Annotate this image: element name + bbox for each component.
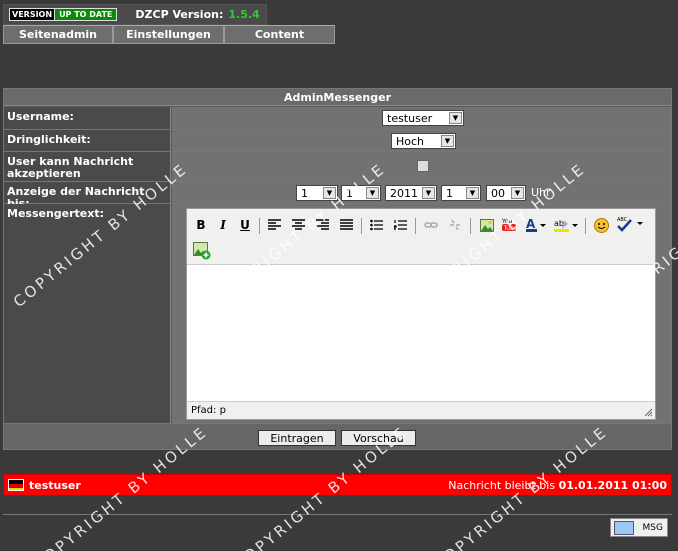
editor-path: Pfad: p [187,401,655,419]
submit-button[interactable]: Eintragen [258,430,336,446]
preview-button[interactable]: Vorschau [341,430,416,446]
row-priority: Dringlichkeit: Hoch ▼ [4,130,671,152]
dzcp-version-label: DZCP Version: [135,8,224,21]
svg-text:ABC: ABC [617,217,628,223]
row-username: Username: testuser ▼ [4,107,671,130]
youtube-icon[interactable]: You Tube [501,215,517,233]
align-left-icon[interactable] [265,216,283,234]
chevron-down-icon: ▼ [466,187,479,199]
align-center-icon[interactable] [289,216,307,234]
version-bar: VERSION UP TO DATE DZCP Version: 1.5.4 [3,4,267,25]
chevron-down-icon: ▼ [323,187,336,199]
insert-image-icon[interactable] [193,242,211,260]
svg-text:ab: ab [554,219,564,228]
minute-select[interactable]: 00 ▼ [486,185,526,201]
row-buttons [4,424,671,449]
chevron-down-icon: ▼ [422,187,435,199]
svg-text:Tube: Tube [503,225,518,232]
username-select[interactable]: testuser ▼ [382,110,464,126]
font-color-icon[interactable]: A [525,216,547,234]
resize-handle-icon[interactable] [644,408,653,417]
italic-icon[interactable]: I [215,216,231,234]
accept-checkbox[interactable] [417,160,429,172]
highlight-color-icon[interactable]: ab [553,216,579,234]
nav-einstellungen[interactable]: Einstellungen [113,25,224,44]
accept-label: User kann Nachricht akzeptieren [4,152,171,181]
messenger-notification: testuser Nachricht bleibt bis 01.01.2011… [3,474,672,496]
row-display-until: Anzeige der Nachricht bis: 1 ▼ 1 ▼ 2011 … [4,182,671,210]
priority-select[interactable]: Hoch ▼ [391,133,456,149]
messenger-info: Nachricht bleibt bis 01.01.2011 01:00 [448,478,667,492]
chevron-down-icon: ▼ [366,187,379,199]
bullet-list-icon[interactable] [367,216,385,234]
uhr-label: Uhr [531,186,551,199]
panel-title: AdminMessenger [4,89,671,106]
chevron-down-icon: ▼ [441,135,454,147]
message-text-label: Messengertext: [4,204,171,423]
numbered-list-icon[interactable] [391,216,409,234]
editor-toolbar: B I U You Tube A ab ABC [187,209,655,265]
msg-button[interactable]: MSG [610,518,668,537]
hour-select[interactable]: 1 ▼ [441,185,481,201]
envelope-icon [614,521,634,535]
message-editor: B I U You Tube A ab ABC Pfad: p [186,208,656,420]
underline-icon[interactable]: U [237,216,253,234]
link-icon[interactable] [422,216,440,234]
spellcheck-icon[interactable]: ABC [616,215,646,233]
priority-label: Dringlichkeit: [4,130,171,151]
flag-icon [8,479,24,491]
username-label: Username: [4,107,171,129]
image-icon[interactable] [478,216,496,234]
align-justify-icon[interactable] [337,216,355,234]
display-until-label: Anzeige der Nachricht bis: [4,182,171,210]
admin-nav: Seitenadmin Einstellungen Content [3,25,335,44]
editor-text-area[interactable] [187,265,655,401]
bold-icon[interactable]: B [193,216,209,234]
version-badge-right: UP TO DATE [54,9,117,20]
chevron-down-icon: ▼ [511,187,524,199]
year-select[interactable]: 2011 ▼ [385,185,437,201]
chevron-down-icon: ▼ [449,112,462,124]
month-select[interactable]: 1 ▼ [341,185,381,201]
unlink-icon[interactable] [446,216,464,234]
version-badge: VERSION UP TO DATE [9,8,118,21]
day-select[interactable]: 1 ▼ [296,185,338,201]
align-right-icon[interactable] [313,216,331,234]
nav-seitenadmin[interactable]: Seitenadmin [3,25,113,44]
version-badge-left: VERSION [10,9,55,20]
row-accept: User kann Nachricht akzeptieren [4,152,671,182]
messenger-user: testuser [29,478,81,492]
svg-text:You: You [501,218,513,225]
smiley-icon[interactable] [592,216,610,234]
dzcp-version-number: 1.5.4 [228,8,260,21]
nav-content[interactable]: Content [224,25,335,44]
